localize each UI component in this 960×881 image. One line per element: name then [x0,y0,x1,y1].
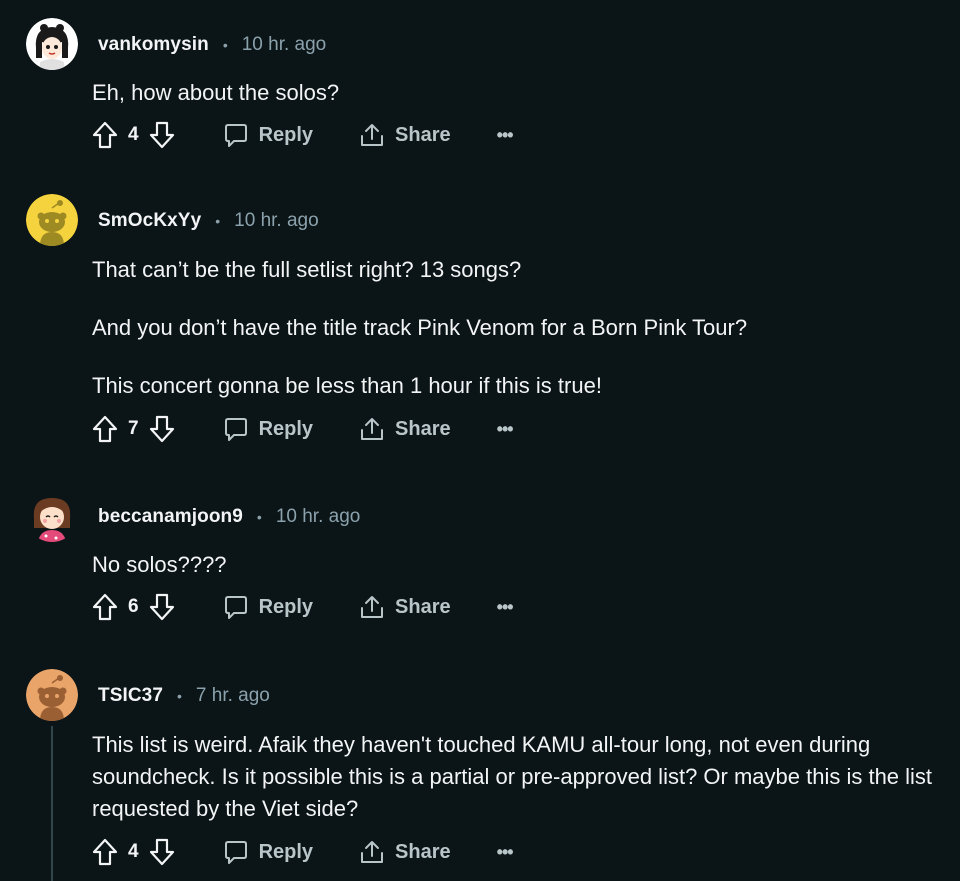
reply-label: Reply [258,417,314,440]
thread-line[interactable] [51,726,53,881]
vote-score: 6 [128,596,139,617]
separator-dot: • [177,688,182,704]
share-label: Share [395,123,451,146]
comment-paragraph: This list is weird. Afaik they haven't t… [92,732,933,821]
avatar[interactable] [26,18,78,70]
avatar-anime-girl-icon [26,18,78,70]
snoo-avatar-icon [26,194,78,246]
share-button[interactable]: Share [359,122,451,148]
share-icon [361,596,384,618]
downvote-icon[interactable] [149,415,175,443]
reply-label: Reply [258,840,314,863]
share-icon [361,418,384,440]
reply-label: Reply [258,595,314,618]
comment-meta: beccanamjoon9 • 10 hr. ago [98,503,360,531]
username[interactable]: SmOcKxYy [98,210,201,232]
comment-bubble-icon [224,841,247,864]
more-options-button[interactable]: ••• [497,842,514,863]
share-label: Share [395,417,451,440]
avatar[interactable] [26,490,78,542]
comment-paragraph: That can’t be the full setlist right? 13… [92,257,522,282]
separator-dot: • [222,37,228,53]
avatar[interactable] [26,669,78,721]
upvote-icon[interactable] [92,593,118,621]
comment-paragraph: No solos???? [92,552,227,577]
timestamp[interactable]: 7 hr. ago [196,685,270,707]
comment-body: No solos???? [92,549,940,581]
timestamp[interactable]: 10 hr. ago [242,34,327,56]
share-label: Share [395,840,451,863]
reply-button[interactable]: Reply [223,122,313,148]
snoo-avatar-icon [26,669,78,721]
comment-actions: 6 Reply Share ••• [92,591,514,623]
comment-body: That can’t be the full setlist right? 13… [92,254,940,402]
downvote-icon[interactable] [149,838,175,866]
upvote-icon[interactable] [92,121,118,149]
comment-actions: 4 Reply Share ••• [92,836,514,868]
comment-meta: TSIC37 • 7 hr. ago [98,682,270,710]
comment-bubble-icon [224,596,247,619]
avatar[interactable] [26,194,78,246]
comment-bubble-icon [224,124,247,147]
upvote-icon[interactable] [92,838,118,866]
comment-paragraph: This concert gonna be less than 1 hour i… [92,373,602,398]
comment-actions: 7 Reply Share ••• [92,413,514,445]
comment-paragraph: And you don’t have the title track Pink … [92,315,748,340]
separator-dot: • [215,213,221,229]
share-label: Share [395,595,451,618]
downvote-icon[interactable] [149,121,175,149]
share-button[interactable]: Share [359,416,451,442]
comment-actions: 4 Reply Share ••• [92,119,514,151]
vote-score: 7 [128,418,139,439]
more-options-button[interactable]: ••• [497,597,514,618]
more-options-button[interactable]: ••• [497,125,514,146]
avatar-cartoon-girl-icon [26,490,78,542]
upvote-icon[interactable] [92,415,118,443]
comment-meta: SmOcKxYy • 10 hr. ago [98,207,319,235]
comment-bubble-icon [224,418,247,441]
share-icon [361,124,384,146]
share-button[interactable]: Share [359,594,451,620]
share-button[interactable]: Share [359,839,451,865]
reply-button[interactable]: Reply [223,416,313,442]
share-icon [361,841,384,863]
vote-score: 4 [128,124,139,145]
reply-button[interactable]: Reply [223,594,313,620]
reply-button[interactable]: Reply [223,839,313,865]
username[interactable]: TSIC37 [98,685,163,707]
separator-dot: • [256,509,262,525]
comment-body: This list is weird. Afaik they haven't t… [92,729,942,825]
timestamp[interactable]: 10 hr. ago [234,210,319,232]
comment-paragraph: Eh, how about the solos? [92,80,340,105]
username[interactable]: vankomysin [98,34,209,56]
comment-body: Eh, how about the solos? [92,77,940,109]
username[interactable]: beccanamjoon9 [98,506,243,528]
more-options-button[interactable]: ••• [497,419,514,440]
vote-score: 4 [128,841,139,862]
downvote-icon[interactable] [149,593,175,621]
reply-label: Reply [258,123,314,146]
timestamp[interactable]: 10 hr. ago [276,506,361,528]
comment-meta: vankomysin • 10 hr. ago [98,31,326,59]
